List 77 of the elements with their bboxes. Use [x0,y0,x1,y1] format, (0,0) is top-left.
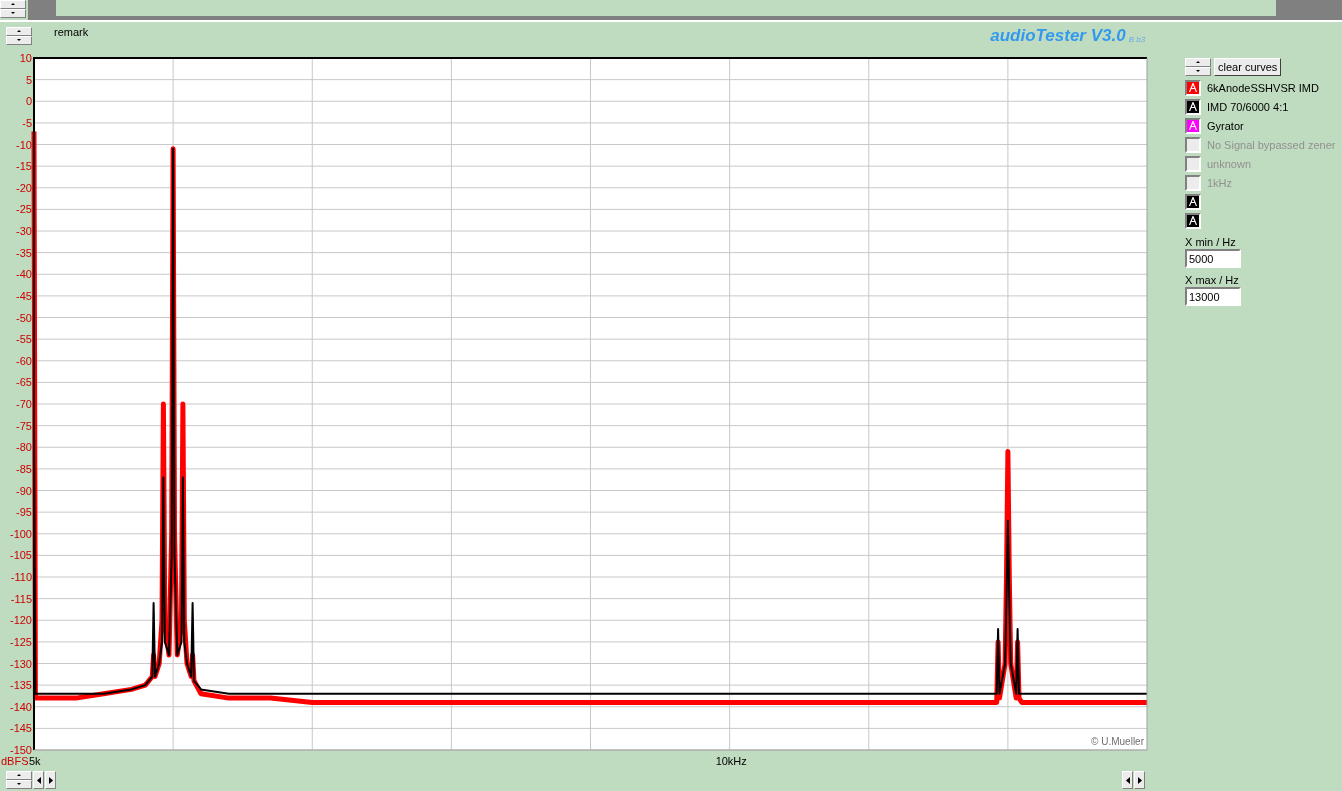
curve-toggle[interactable] [1185,212,1201,229]
y-tick-label: -60 [16,354,32,367]
y-tick-label: -55 [16,333,32,346]
y-tick-label: -15 [16,160,32,173]
clear-curves-button[interactable]: clear curves [1214,58,1282,76]
curve-toggle[interactable] [1185,193,1201,210]
y-tick-label: -25 [16,203,32,216]
remark-label: remark [54,26,89,38]
y-tick-label: -80 [16,441,32,454]
y-tick-label: -115 [10,592,32,605]
y-tick-label: -65 [16,376,32,389]
x-tick-label: 10kHz [715,755,747,767]
curve-toggle[interactable] [1185,174,1201,191]
curve-label: No Signal bypassed zener [1207,138,1336,151]
y-tick-label: -135 [9,679,32,692]
y-tick-label: -90 [16,484,32,497]
spinner-button[interactable] [6,27,32,45]
letter-a-icon [1189,121,1197,130]
copyright-label: © U.Mueller [1091,736,1144,747]
spinner-button[interactable] [0,0,26,18]
curve-toggle[interactable] [1185,98,1201,115]
y-tick-label: -125 [9,635,32,648]
left-arrow-icon [36,776,41,784]
spinner-button[interactable] [1185,58,1211,76]
y-tick-label: -120 [9,614,32,627]
y-tick-label: -150 [9,744,32,756]
y-tick-label: -40 [16,268,32,281]
x-tick-label: 5k [29,755,41,767]
curve-label: 1kHz [1207,176,1233,189]
y-tick-label: -30 [16,225,32,237]
scroll-left-button[interactable] [1122,771,1133,789]
app-title: audioTester V3.0 [990,26,1126,46]
curve-toggle[interactable] [1185,117,1201,134]
scroll-right-button[interactable] [45,771,56,789]
y-tick-label: 0 [25,95,32,108]
field-label: X max / Hz [1185,274,1240,286]
y-tick-label: -130 [9,657,32,670]
curve-label: unknown [1207,157,1252,170]
right-arrow-icon [48,776,53,784]
letter-a-icon [1189,83,1197,92]
y-tick-label: -140 [9,700,32,713]
scroll-left-button[interactable] [33,771,44,789]
build-label: B b3 [1128,34,1146,44]
scrollbar-track[interactable] [56,0,1276,16]
y-tick-label: -100 [9,527,32,540]
left-arrow-icon [1125,776,1130,784]
y-tick-label: -35 [16,246,32,259]
input-field[interactable]: 13000 [1185,287,1241,306]
y-tick-label: -75 [16,419,32,432]
scroll-right-button[interactable] [1134,771,1145,789]
curve-label: Gyrator [1207,119,1244,132]
y-tick-label: 10 [19,52,32,64]
curve-label: IMD 70/6000 4:1 [1207,100,1289,113]
curve-toggle[interactable] [1185,136,1201,153]
letter-a-icon [1189,216,1197,225]
y-tick-label: -145 [9,722,32,735]
y-tick-label: -70 [16,398,32,410]
input-field[interactable]: 5000 [1185,249,1241,268]
y-tick-label: -110 [10,571,32,583]
curve-toggle[interactable] [1185,79,1201,96]
field-label: X min / Hz [1185,236,1237,248]
curve-label: 6kAnodeSSHVSR IMD [1207,81,1319,94]
spinner-button[interactable] [6,771,32,789]
y-axis-label: dBFS [1,755,29,767]
y-tick-label: -50 [16,311,32,324]
y-tick-label: -10 [16,138,32,151]
y-tick-label: -5 [22,116,32,129]
y-tick-label: -95 [16,506,32,519]
curve-toggle[interactable] [1185,155,1201,172]
letter-a-icon [1189,102,1197,111]
y-tick-label: 5 [25,73,32,86]
y-tick-label: -20 [16,181,32,194]
y-tick-label: -45 [16,289,32,302]
right-arrow-icon [1137,776,1142,784]
letter-a-icon [1189,197,1197,206]
y-tick-label: -85 [16,462,32,475]
y-tick-label: -105 [9,549,32,562]
